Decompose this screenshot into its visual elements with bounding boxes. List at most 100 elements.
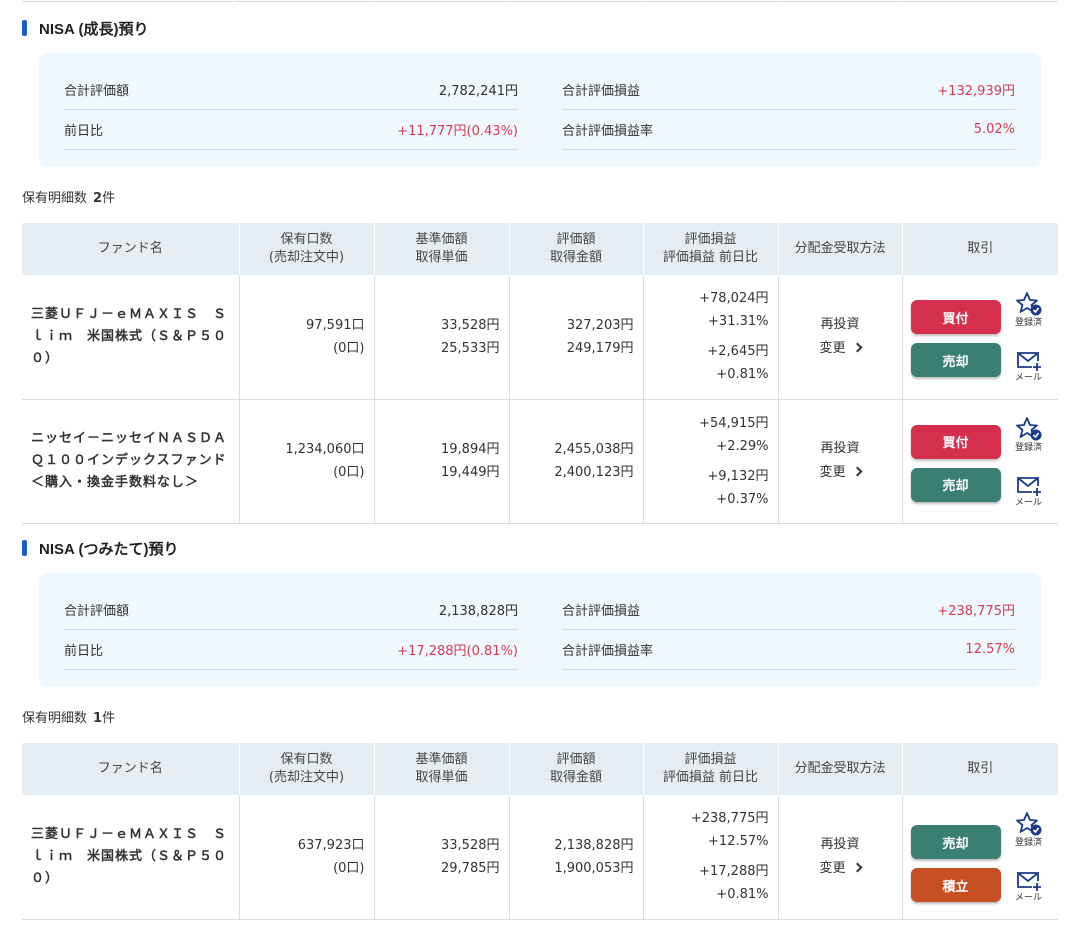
pl-day-amount: +2,645円 [707, 344, 769, 360]
summary-panel-growth: 合計評価額 2,782,241円 前日比 +11,777円(0.43%) 合計評… [39, 53, 1041, 167]
header-price-line2: 取得単価 [415, 250, 468, 265]
header-price-line2: 取得単価 [415, 770, 468, 785]
holdings-count-value: 2 [93, 191, 103, 206]
holdings-count-growth: 保有明細数 2件 [22, 187, 115, 206]
header-units: 保有口数 (売却注文中) [238, 743, 374, 795]
pl-amount: +78,024円 [699, 291, 769, 307]
header-value-line2: 取得金額 [549, 770, 602, 785]
header-value: 評価額 取得金額 [508, 743, 643, 795]
header-price: 基準価額 取得単価 [373, 743, 509, 795]
tsumitate-button[interactable]: 積立 [910, 868, 1001, 902]
total-pl-value: +132,939円 [937, 84, 1015, 99]
acq-amount: 249,179円 [566, 340, 634, 356]
section-accent-bar [22, 540, 27, 556]
sell-button[interactable]: 売却 [910, 825, 1001, 859]
dist-method: 再投資 [820, 836, 860, 852]
pl-rate-label: 合計評価損益率 [562, 644, 654, 659]
table-row: 三菱ＵＦＪ－ｅＭＡＸＩＳ Ｓｌｉｍ 米国株式（Ｓ＆Ｐ５００） 97,591口 (0… [22, 275, 1058, 400]
holdings-count-unit: 件 [102, 191, 116, 206]
value-cell: 327,203円 249,179円 [508, 275, 643, 400]
dist-change-link[interactable]: 変更 [779, 461, 902, 485]
day-change-value: +17,288円(0.81%) [397, 644, 518, 659]
dist-change-label: 変更 [819, 465, 846, 480]
value-cell: 2,455,038円 2,400,123円 [508, 399, 643, 524]
acq-price: 25,533円 [441, 340, 500, 356]
mail-plus-icon [1016, 476, 1041, 496]
total-pl-label: 合計評価損益 [562, 604, 641, 619]
holdings-table-tsumitate: ファンド名 保有口数 (売却注文中) 基準価額 取得単価 評価額 取得金額 評価損益評… [22, 743, 1058, 920]
chevron-right-icon [852, 342, 862, 353]
pl-amount: +54,915円 [699, 415, 769, 431]
buy-button[interactable]: 買付 [910, 300, 1001, 334]
dist-change-label: 変更 [819, 860, 846, 876]
header-fund-name: ファンド名 [22, 223, 239, 275]
pl-cell: +238,775円 +12.57% +17,288円 +0.81% [642, 795, 778, 920]
day-change-label: 前日比 [64, 644, 104, 659]
header-pl-line2: 評価損益 前日比 [662, 770, 759, 785]
units-cell: 1,234,060口 (0口) [238, 399, 374, 524]
header-trade: 取引 [901, 743, 1058, 795]
units-pending: (0口) [333, 465, 365, 480]
summary-row-day-change: 前日比 +17,288円(0.81%) [64, 630, 518, 670]
mail-caption: メール [1014, 497, 1042, 508]
header-pl-line2: 評価損益 前日比 [662, 250, 759, 265]
mail-plus-icon [1016, 352, 1041, 371]
fund-name-link[interactable]: ニッセイ－ニッセイＮＡＳＤＡＱ１００インデックスファンド＜購入・換金手数料なし＞ [22, 399, 239, 524]
fund-name-link[interactable]: 三菱ＵＦＪ－ｅＭＡＸＩＳ Ｓｌｉｍ 米国株式（Ｓ＆Ｐ５００） [22, 795, 239, 920]
dist-cell: 再投資 変更 [777, 399, 902, 524]
chevron-right-icon [852, 466, 862, 477]
total-pl-value: +238,775円 [937, 604, 1015, 619]
favorite-registered-button[interactable]: 登録済 [1013, 291, 1045, 329]
total-value: 2,138,828円 [438, 604, 518, 619]
pl-day-percent: +0.81% [716, 887, 769, 903]
base-price: 33,528円 [441, 837, 500, 853]
header-price-line1: 基準価額 [415, 752, 468, 767]
sell-button[interactable]: 売却 [910, 343, 1001, 377]
units-pending: (0口) [333, 860, 365, 876]
eval-value: 327,203円 [566, 317, 634, 333]
buy-button[interactable]: 買付 [910, 424, 1001, 459]
acq-price: 19,449円 [441, 465, 500, 480]
mail-button[interactable]: メール [1013, 870, 1045, 904]
star-check-icon [1015, 416, 1041, 440]
favorite-registered-button[interactable]: 登録済 [1013, 811, 1045, 849]
day-change-label: 前日比 [64, 124, 104, 139]
holdings-count-label: 保有明細数 [22, 191, 88, 206]
units-cell: 97,591口 (0口) [238, 275, 374, 400]
section-title-text: NISA (成長)預り [39, 20, 149, 38]
dist-cell: 再投資 変更 [777, 795, 902, 920]
summary-row-total-value: 合計評価額 2,138,828円 [64, 590, 518, 630]
total-value: 2,782,241円 [438, 84, 518, 99]
header-units-line1: 保有口数 [280, 752, 333, 767]
dist-cell: 再投資 変更 [777, 275, 902, 400]
favorite-registered-button[interactable]: 登録済 [1013, 416, 1045, 454]
units: 637,923口 [297, 837, 365, 853]
mail-caption: メール [1014, 893, 1042, 903]
header-units-line2: (売却注文中) [268, 770, 345, 785]
sell-button[interactable]: 売却 [910, 467, 1001, 502]
chevron-right-icon [852, 862, 862, 873]
eval-value: 2,138,828円 [554, 837, 634, 853]
section-title-text: NISA (つみたて)預り [39, 540, 179, 558]
pl-amount: +238,775円 [690, 811, 769, 827]
mail-caption: メール [1014, 373, 1042, 383]
units-pending: (0口) [333, 340, 365, 356]
holdings-count-value: 1 [93, 711, 103, 726]
registered-caption: 登録済 [1014, 318, 1042, 328]
summary-row-total-value: 合計評価額 2,782,241円 [64, 70, 518, 110]
dist-change-link[interactable]: 変更 [779, 857, 902, 881]
pl-percent: +2.29% [716, 438, 769, 454]
table-header-row: ファンド名 保有口数 (売却注文中) 基準価額 取得単価 評価額 取得金額 評価損益評… [22, 223, 1058, 275]
summary-row-total-pl: 合計評価損益 +132,939円 [562, 70, 1015, 110]
mail-button[interactable]: メール [1013, 350, 1045, 384]
dist-change-link[interactable]: 変更 [779, 337, 902, 361]
dist-change-label: 変更 [819, 340, 846, 356]
header-fund-name: ファンド名 [22, 743, 239, 795]
mail-button[interactable]: メール [1013, 475, 1045, 509]
pl-day-percent: +0.37% [716, 491, 769, 507]
header-pl-line1: 評価損益 [684, 232, 737, 247]
fund-name-link[interactable]: 三菱ＵＦＪ－ｅＭＡＸＩＳ Ｓｌｉｍ 米国株式（Ｓ＆Ｐ５００） [22, 275, 239, 400]
table-header-row: ファンド名 保有口数 (売却注文中) 基準価額 取得単価 評価額 取得金額 評価損益評… [22, 743, 1058, 795]
pl-day-percent: +0.81% [716, 367, 769, 383]
acq-amount: 2,400,123円 [554, 465, 634, 480]
